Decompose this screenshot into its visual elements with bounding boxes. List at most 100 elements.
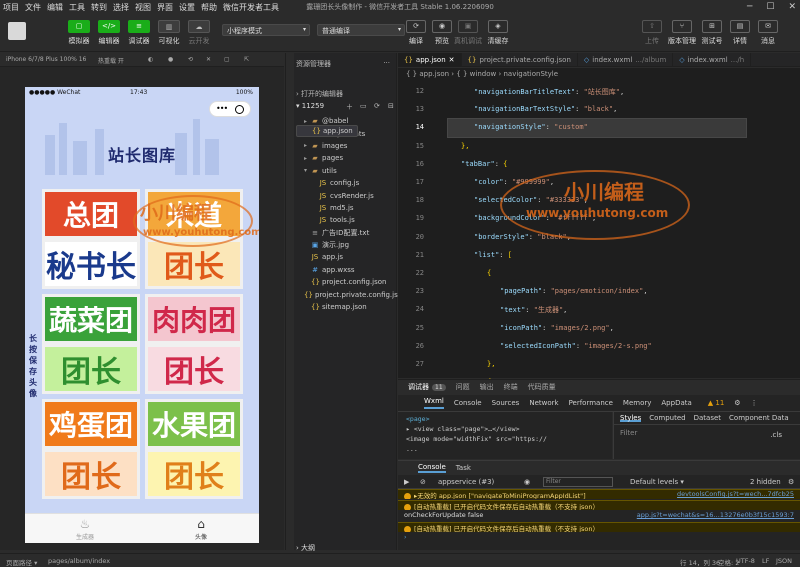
clear-icon[interactable]: ⊘ <box>420 478 426 486</box>
file-item[interactable]: {} app.json <box>296 125 358 138</box>
folder-item[interactable]: ▸ ▰ images <box>296 140 396 152</box>
version-button[interactable]: ⑂ 版本管理 <box>668 20 696 46</box>
file-item[interactable]: JS app.js <box>296 251 396 263</box>
page-path-label[interactable]: 页面路径 ▾ <box>6 557 37 567</box>
more-icon[interactable]: ⋮ <box>751 399 758 407</box>
line-ending[interactable]: LF <box>762 557 769 565</box>
details-button[interactable]: ▤ 详情 <box>726 20 754 46</box>
clear-cache-button[interactable]: ◈ 清缓存 <box>484 20 512 46</box>
project-root[interactable]: ▾ 11259 ＋ ▭ ⟳ ⊟ <box>296 102 394 111</box>
avatar-tile[interactable]: 水果团 团长 <box>145 399 243 499</box>
menu-item[interactable]: 文件 <box>22 2 44 13</box>
file-item[interactable]: ≡ 广告ID配置.txt <box>296 227 396 239</box>
warning-count[interactable]: ▲ 11 <box>708 399 725 407</box>
new-folder-icon[interactable]: ▭ <box>360 102 367 110</box>
minimize-icon[interactable]: ─ <box>747 2 752 12</box>
menu-item[interactable]: 项目 <box>0 2 22 13</box>
sidebar-toggle-icon[interactable]: ▶ <box>404 478 409 486</box>
avatar-tile[interactable]: 蔬菜团 团长 <box>42 294 140 394</box>
mode-select[interactable]: 小程序模式 ▾ <box>222 24 310 36</box>
editor-toggle[interactable]: </> 编辑器 <box>94 20 124 46</box>
outline-section[interactable]: › 大纲 <box>296 543 315 553</box>
debug-tab[interactable]: 输出 <box>480 382 494 392</box>
editor-tab[interactable]: {} project.private.config.json <box>462 53 578 67</box>
styles-tab[interactable]: Dataset <box>694 414 721 422</box>
cls-toggle[interactable]: .cls <box>770 431 782 439</box>
devtools-panel-tab[interactable]: Sources <box>492 399 520 407</box>
simulator-toggle[interactable]: ▢ 模拟器 <box>64 20 94 46</box>
rotate-icon[interactable]: ⟲ <box>188 56 193 63</box>
console-filter-input[interactable]: Filter <box>543 477 613 487</box>
avatar-tile[interactable]: 总团 秘书长 <box>42 189 140 289</box>
menu-item[interactable]: 界面 <box>154 2 176 13</box>
avatar-tile[interactable]: 鸡蛋团 团长 <box>42 399 140 499</box>
menu-item[interactable]: 选择 <box>110 2 132 13</box>
real-debug-button[interactable]: ▣ 真机调试 <box>454 20 482 46</box>
close-icon[interactable]: ✕ <box>788 2 796 12</box>
styles-tab[interactable]: Computed <box>649 414 685 422</box>
debug-tab[interactable]: 问题 <box>456 382 470 392</box>
messages-button[interactable]: ✉ 消息 <box>754 20 782 46</box>
file-item[interactable]: {} sitemap.json <box>296 301 396 313</box>
context-select[interactable]: appservice (#3) <box>438 478 494 486</box>
compile-button[interactable]: ⟳ 编译 <box>402 20 430 46</box>
collapse-icon[interactable]: ⇱ <box>244 56 249 63</box>
screenshot-icon[interactable]: ▢ <box>224 56 230 63</box>
devtools-panel-tab[interactable]: Console <box>454 399 482 407</box>
gear-icon[interactable]: ⚙ <box>788 478 794 486</box>
maximize-icon[interactable]: ☐ <box>766 2 774 12</box>
console-tab[interactable]: Console <box>418 463 446 473</box>
preview-button[interactable]: ◉ 预览 <box>428 20 456 46</box>
minimap[interactable] <box>752 80 800 378</box>
debug-tab[interactable]: 终端 <box>504 382 518 392</box>
file-item[interactable]: {} project.private.config.js... <box>296 288 404 300</box>
devtools-panel-tab[interactable]: AppData <box>661 399 691 407</box>
levels-select[interactable]: Default levels ▾ <box>630 478 684 486</box>
editor-tab[interactable]: ◇ index.wxml .../h <box>673 53 752 67</box>
gear-icon[interactable]: ⚙ <box>734 399 740 407</box>
compile-select[interactable]: 普通编译 ▾ <box>317 24 405 36</box>
hot-reload-select[interactable]: 热重载 开 <box>98 56 124 65</box>
upload-button[interactable]: ⇧ 上传 <box>638 20 666 46</box>
wxml-tree[interactable]: <page> ▸ <view class="page">…</view> <ima… <box>398 412 612 459</box>
cloud-button[interactable]: ☁ 云开发 <box>184 20 214 46</box>
debugger-toggle[interactable]: ≡ 调试器 <box>124 20 154 46</box>
devtools-panel-tab[interactable]: Wxml <box>424 397 444 409</box>
menu-item[interactable]: 设置 <box>176 2 198 13</box>
more-icon[interactable]: ••• <box>216 104 228 113</box>
cursor-position[interactable]: 行 14，列 36 <box>680 557 720 567</box>
avatar-tile[interactable]: 肉肉团 团长 <box>145 294 243 394</box>
styles-tab[interactable]: Component Data <box>729 414 789 422</box>
devtools-panel-tab[interactable]: Performance <box>569 399 613 407</box>
volume-icon[interactable]: ◐ <box>148 56 153 63</box>
folder-item[interactable]: ▸ ▰ pages <box>296 152 396 164</box>
close-icon[interactable]: ✕ <box>206 56 211 63</box>
wxml-node[interactable]: <image mode="widthFix" src="https:// <box>406 435 604 445</box>
test-account-button[interactable]: ⊞ 测试号 <box>698 20 726 46</box>
encoding[interactable]: UTF-8 <box>736 557 755 565</box>
editor-tab[interactable]: ◇ index.wxml .../album <box>578 53 674 67</box>
more-icon[interactable]: ··· <box>383 59 390 67</box>
menu-item[interactable]: 转到 <box>88 2 110 13</box>
wxml-node[interactable]: ▸ <view class="page">…</view> <box>406 425 604 435</box>
new-file-icon[interactable]: ＋ <box>346 102 353 112</box>
wxml-node[interactable]: <page> <box>406 415 604 425</box>
record-icon[interactable]: ● <box>168 56 173 63</box>
file-item[interactable]: JS md5.js <box>296 202 396 214</box>
file-item[interactable]: JS config.js <box>296 177 396 189</box>
file-item[interactable]: {} project.config.json <box>296 276 396 288</box>
file-item[interactable]: ▣ 演示.jpg <box>296 239 396 251</box>
menu-item[interactable]: 视图 <box>132 2 154 13</box>
menu-item[interactable]: 工具 <box>66 2 88 13</box>
close-target-icon[interactable] <box>235 105 244 114</box>
miniprogram-capsule[interactable]: ••• <box>209 101 251 117</box>
eye-icon[interactable]: ◉ <box>524 478 530 486</box>
collapse-icon[interactable]: ⊟ <box>388 102 394 110</box>
menu-item[interactable]: 微信开发者工具 <box>220 2 282 13</box>
menu-item[interactable]: 帮助 <box>198 2 220 13</box>
devtools-panel-tab[interactable]: Memory <box>623 399 651 407</box>
refresh-icon[interactable]: ⟳ <box>374 102 380 110</box>
language-mode[interactable]: JSON <box>776 557 792 565</box>
console-tab[interactable]: Task <box>456 464 471 472</box>
debug-tab[interactable]: 调试器 11 <box>408 382 446 392</box>
